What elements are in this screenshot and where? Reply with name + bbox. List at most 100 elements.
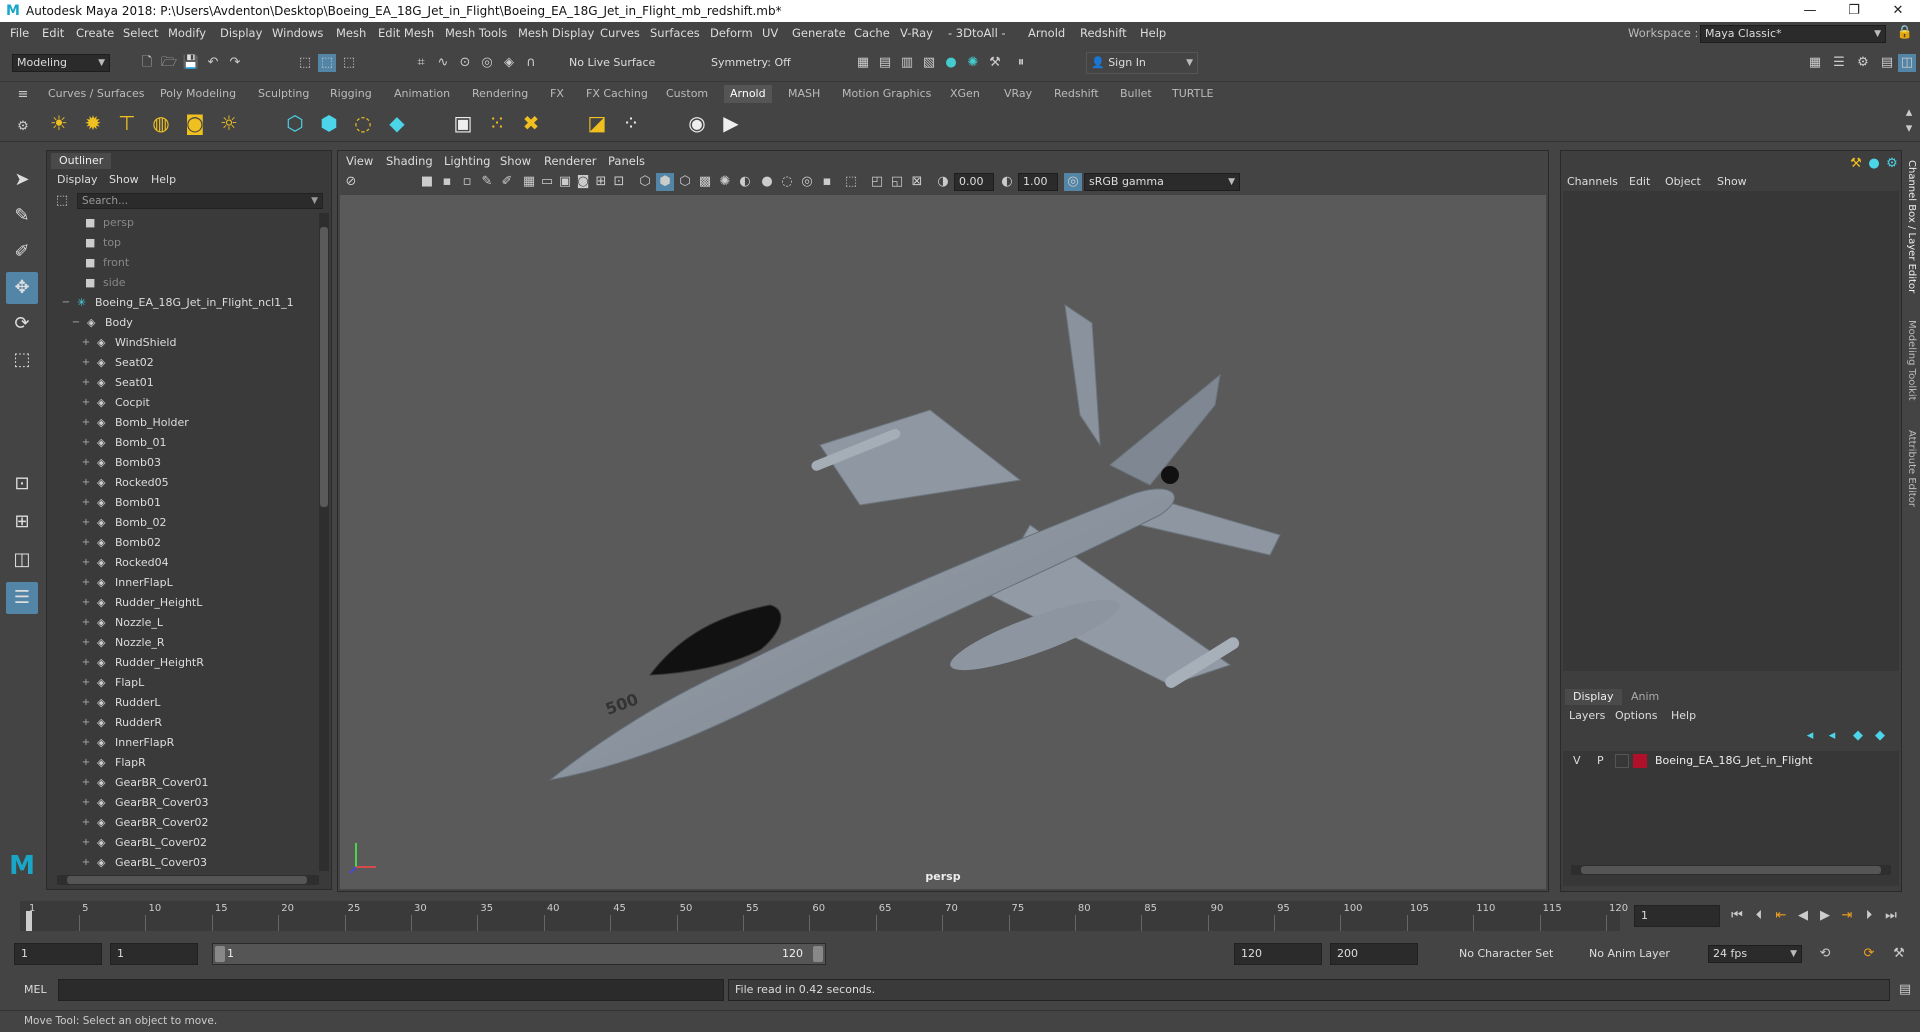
layer-color-swatch[interactable] (1633, 754, 1647, 768)
outliner-item-mesh[interactable]: + ◈ FlapR (47, 753, 319, 773)
exposure-field[interactable]: 0.00 (954, 173, 994, 191)
menu-cache[interactable]: Cache (854, 26, 890, 40)
outliner-item-mesh[interactable]: + ◈ Bomb03 (47, 453, 319, 473)
outliner-item-mesh[interactable]: + ◈ Cocpit (47, 393, 319, 413)
menu-vray[interactable]: V-Ray (900, 26, 933, 40)
scale-tool-icon[interactable]: ⬚ (6, 344, 38, 376)
expand-icon[interactable]: + (81, 733, 91, 753)
tool-settings-icon[interactable]: ⚙ (1854, 54, 1872, 72)
scrollbar-thumb[interactable] (1581, 866, 1881, 874)
undo-icon[interactable]: ↶ (204, 54, 222, 72)
expand-icon[interactable]: + (81, 453, 91, 473)
expand-icon[interactable]: + (81, 553, 91, 573)
shadows-icon[interactable]: ◐ (736, 173, 754, 191)
channel-box-icon[interactable]: ▤ (1878, 54, 1896, 72)
shelf-tab-poly-modeling[interactable]: Poly Modeling (154, 85, 242, 103)
isolate-select-icon[interactable]: ⬚ (842, 173, 860, 191)
script-editor-icon[interactable]: ▤ (1896, 981, 1914, 999)
scrollbar-thumb[interactable] (67, 876, 307, 884)
texture-manager-icon[interactable]: ⁙ (482, 108, 512, 138)
gamma-icon[interactable]: ◐ (998, 173, 1016, 191)
fps-dropdown[interactable]: 24 fps ▼ (1708, 945, 1802, 963)
smooth-shade-icon[interactable]: ⬢ (656, 173, 674, 191)
color-management-icon[interactable]: ◎ (1064, 173, 1082, 191)
resolution-gate-icon[interactable]: ▣ (556, 173, 574, 191)
shelf-tab-vray[interactable]: VRay (998, 85, 1038, 103)
outliner-item-mesh[interactable]: + ◈ InnerFlapL (47, 573, 319, 593)
outliner-item-mesh[interactable]: + ◈ Seat01 (47, 373, 319, 393)
outliner-item-mesh[interactable]: + ◈ Nozzle_L (47, 613, 319, 633)
menu-3dtoall[interactable]: - 3DtoAll - (948, 26, 1006, 40)
shelf-tab-fx[interactable]: FX (544, 85, 570, 103)
layer-menu-options[interactable]: Options (1615, 709, 1657, 722)
photometric-light-icon[interactable]: ⊤ (112, 108, 142, 138)
outliner-item-mesh[interactable]: + ◈ Nozzle_R (47, 633, 319, 653)
mel-label[interactable]: MEL (24, 983, 47, 996)
open-scene-icon[interactable]: 🗁 (160, 54, 178, 72)
layer-playback-toggle[interactable]: P (1597, 754, 1604, 767)
menu-edit-mesh[interactable]: Edit Mesh (378, 26, 434, 40)
expand-icon[interactable]: + (81, 393, 91, 413)
field-chart-icon[interactable]: ⊞ (592, 173, 610, 191)
depth-of-field-icon[interactable]: ▪ (818, 173, 836, 191)
layer-menu-layers[interactable]: Layers (1569, 709, 1605, 722)
menu-windows[interactable]: Windows (272, 26, 323, 40)
viewport-menu-renderer[interactable]: Renderer (544, 154, 597, 168)
menu-uv[interactable]: UV (762, 26, 778, 40)
outliner-item-mesh[interactable]: + ◈ RudderL (47, 693, 319, 713)
outliner-item-mesh[interactable]: + ◈ Seat02 (47, 353, 319, 373)
layer-editor-icon[interactable]: ◫ (1898, 54, 1916, 72)
camera-icon[interactable]: ■ (418, 173, 436, 191)
gate-mask-icon[interactable]: ◙ (574, 173, 592, 191)
move-layer-down-icon[interactable]: ◂ (1823, 727, 1841, 745)
flush-cache-icon[interactable]: ✖ (516, 108, 546, 138)
outliner-item-mesh[interactable]: + ◈ Bomb_01 (47, 433, 319, 453)
range-bar[interactable]: 1 120 (212, 943, 826, 965)
four-view-icon[interactable]: ⊞ (6, 506, 38, 538)
expand-icon[interactable]: + (81, 333, 91, 353)
menu-help[interactable]: Help (1140, 26, 1166, 40)
expand-icon[interactable]: + (81, 633, 91, 653)
curve-collector-icon[interactable]: ◌ (348, 108, 378, 138)
outliner-item-mesh[interactable]: + ◈ Rocked04 (47, 553, 319, 573)
menu-surfaces[interactable]: Surfaces (650, 26, 700, 40)
render-view-icon[interactable]: ▣ (448, 108, 478, 138)
expand-icon[interactable]: + (81, 753, 91, 773)
shelf-tab-arnold[interactable]: Arnold (724, 85, 772, 103)
expand-icon[interactable]: + (81, 353, 91, 373)
go-to-end-icon[interactable]: ⏭ (1882, 907, 1900, 925)
time-slider-track[interactable]: 1 5 10 15 20 25 30 35 40 45 50 55 60 65 70 75 80 85 90 95 10… (20, 901, 1628, 931)
range-start-handle[interactable] (215, 946, 225, 962)
shelf-tab-mash[interactable]: MASH (782, 85, 826, 103)
shelf-tab-fx-caching[interactable]: FX Caching (580, 85, 654, 103)
paint-select-tool-icon[interactable]: ✐ (6, 236, 38, 268)
play-backwards-icon[interactable]: ◀ (1794, 907, 1812, 925)
snap-surface-icon[interactable]: ◈ (500, 54, 518, 72)
move-tool-icon[interactable]: ✥ (6, 272, 38, 304)
layer-horizontal-scrollbar[interactable] (1571, 865, 1891, 875)
viewport-menu-show[interactable]: Show (500, 154, 531, 168)
shelf-tab-curves-surfaces[interactable]: Curves / Surfaces (42, 85, 151, 103)
expand-icon[interactable]: + (81, 713, 91, 733)
outliner-item-mesh[interactable]: + ◈ GearBL_Cover02 (47, 833, 319, 853)
gamma-field[interactable]: 1.00 (1018, 173, 1058, 191)
export-standin-icon[interactable]: ◆ (382, 108, 412, 138)
end-time-field[interactable]: 200 (1330, 943, 1418, 965)
collapse-icon[interactable]: − (71, 313, 81, 333)
snap-curve-icon[interactable]: ∿ (434, 54, 452, 72)
outliner-menu-help[interactable]: Help (151, 173, 176, 186)
channel-box-tool-icon[interactable]: ⚒ (1847, 155, 1865, 173)
expand-icon[interactable]: + (81, 593, 91, 613)
current-frame-field[interactable]: 1 (1634, 905, 1720, 927)
outliner-item-camera[interactable]: ■ top (47, 233, 319, 253)
step-forward-key-icon[interactable]: ⇥ (1838, 907, 1856, 925)
outliner-item-camera[interactable]: ■ side (47, 273, 319, 293)
lasso-tool-icon[interactable]: ✎ (6, 200, 38, 232)
menu-arnold[interactable]: Arnold (1028, 26, 1065, 40)
shelf-menu-icon[interactable]: ≡ (14, 86, 32, 104)
mesh-light-icon[interactable]: ✹ (78, 108, 108, 138)
render-sequence-icon[interactable]: ▤ (876, 54, 894, 72)
expand-icon[interactable]: + (81, 473, 91, 493)
layer-menu-help[interactable]: Help (1671, 709, 1696, 722)
skydome-light-icon[interactable]: ◍ (146, 108, 176, 138)
